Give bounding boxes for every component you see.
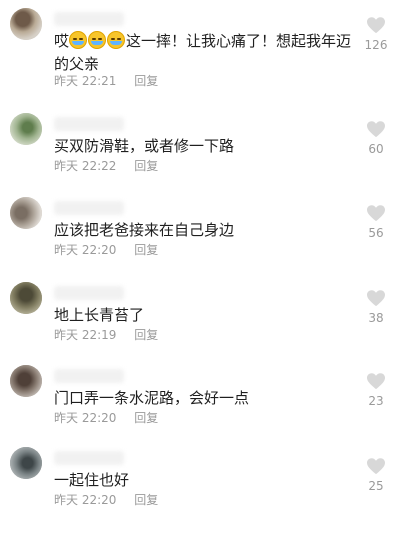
avatar[interactable] — [10, 282, 42, 314]
comment-item: 应该把老爸接来在自己身边 昨天 22:20 回复 56 — [0, 197, 406, 283]
heart-icon — [367, 373, 385, 390]
comment-meta: 昨天 22:20 回复 — [54, 241, 158, 258]
reply-button[interactable]: 回复 — [134, 241, 158, 258]
comment-text: 一起住也好 — [54, 471, 130, 489]
like-count: 23 — [368, 394, 384, 408]
username[interactable] — [54, 201, 124, 215]
comment-time: 昨天 22:20 — [54, 411, 117, 425]
like-button[interactable]: 25 — [356, 457, 396, 493]
avatar[interactable] — [10, 197, 42, 229]
comment-text: 应该把老爸接来在自己身边 — [54, 221, 235, 239]
like-count: 60 — [368, 142, 384, 156]
like-button[interactable]: 38 — [356, 289, 396, 325]
like-button[interactable]: 60 — [356, 120, 396, 156]
reply-button[interactable]: 回复 — [134, 72, 158, 89]
avatar[interactable] — [10, 113, 42, 145]
like-button[interactable]: 23 — [356, 372, 396, 408]
username[interactable] — [54, 117, 124, 131]
like-count: 25 — [368, 479, 384, 493]
comment-meta: 昨天 22:20 回复 — [54, 409, 158, 426]
heart-icon — [367, 205, 385, 222]
heart-icon — [367, 121, 385, 138]
comment-item: 地上长青苔了 昨天 22:19 回复 38 — [0, 282, 406, 368]
reply-button[interactable]: 回复 — [134, 409, 158, 426]
comment-meta: 昨天 22:21 回复 — [54, 72, 158, 89]
username[interactable] — [54, 286, 124, 300]
comment-time: 昨天 22:22 — [54, 159, 117, 173]
comment-meta: 昨天 22:19 回复 — [54, 326, 158, 343]
username[interactable] — [54, 12, 124, 26]
comment-time: 昨天 22:20 — [54, 493, 117, 507]
comment-item: 买双防滑鞋，或者修一下路 昨天 22:22 回复 60 — [0, 113, 406, 199]
comment-item: 门口弄一条水泥路，会好一点 昨天 22:20 回复 23 — [0, 365, 406, 451]
heart-icon — [367, 290, 385, 307]
comment-text: 买双防滑鞋，或者修一下路 — [54, 137, 235, 155]
like-button[interactable]: 56 — [356, 204, 396, 240]
reply-button[interactable]: 回复 — [134, 491, 158, 508]
crying-face-icon — [107, 31, 126, 49]
avatar[interactable] — [10, 8, 42, 40]
comment-text-prefix: 哎 — [54, 32, 70, 50]
comment-meta: 昨天 22:20 回复 — [54, 491, 158, 508]
crying-face-icon — [69, 31, 88, 49]
comment-item: 哎这一摔！让我心痛了！想起我年迈的父亲 昨天 22:21 回复 126 — [0, 8, 406, 94]
comment-list: 哎这一摔！让我心痛了！想起我年迈的父亲 昨天 22:21 回复 126 买双防滑… — [0, 0, 406, 507]
like-count: 38 — [368, 311, 384, 325]
comment-time: 昨天 22:19 — [54, 328, 117, 342]
comment-time: 昨天 22:20 — [54, 243, 117, 257]
comment-text: 地上长青苔了 — [54, 306, 145, 324]
heart-icon — [367, 458, 385, 475]
like-count: 56 — [368, 226, 384, 240]
comment-time: 昨天 22:21 — [54, 74, 117, 88]
username[interactable] — [54, 451, 124, 465]
crying-face-icon — [88, 31, 107, 49]
reply-button[interactable]: 回复 — [134, 326, 158, 343]
comment-text: 门口弄一条水泥路，会好一点 — [54, 389, 250, 407]
avatar[interactable] — [10, 365, 42, 397]
reply-button[interactable]: 回复 — [134, 157, 158, 174]
heart-icon — [367, 17, 385, 34]
avatar[interactable] — [10, 447, 42, 479]
username[interactable] — [54, 369, 124, 383]
comment-item: 一起住也好 昨天 22:20 回复 25 — [0, 447, 406, 533]
like-button[interactable]: 126 — [356, 16, 396, 52]
comment-meta: 昨天 22:22 回复 — [54, 157, 158, 174]
comment-text: 哎这一摔！让我心痛了！想起我年迈的父亲 — [54, 30, 354, 76]
like-count: 126 — [364, 38, 388, 52]
